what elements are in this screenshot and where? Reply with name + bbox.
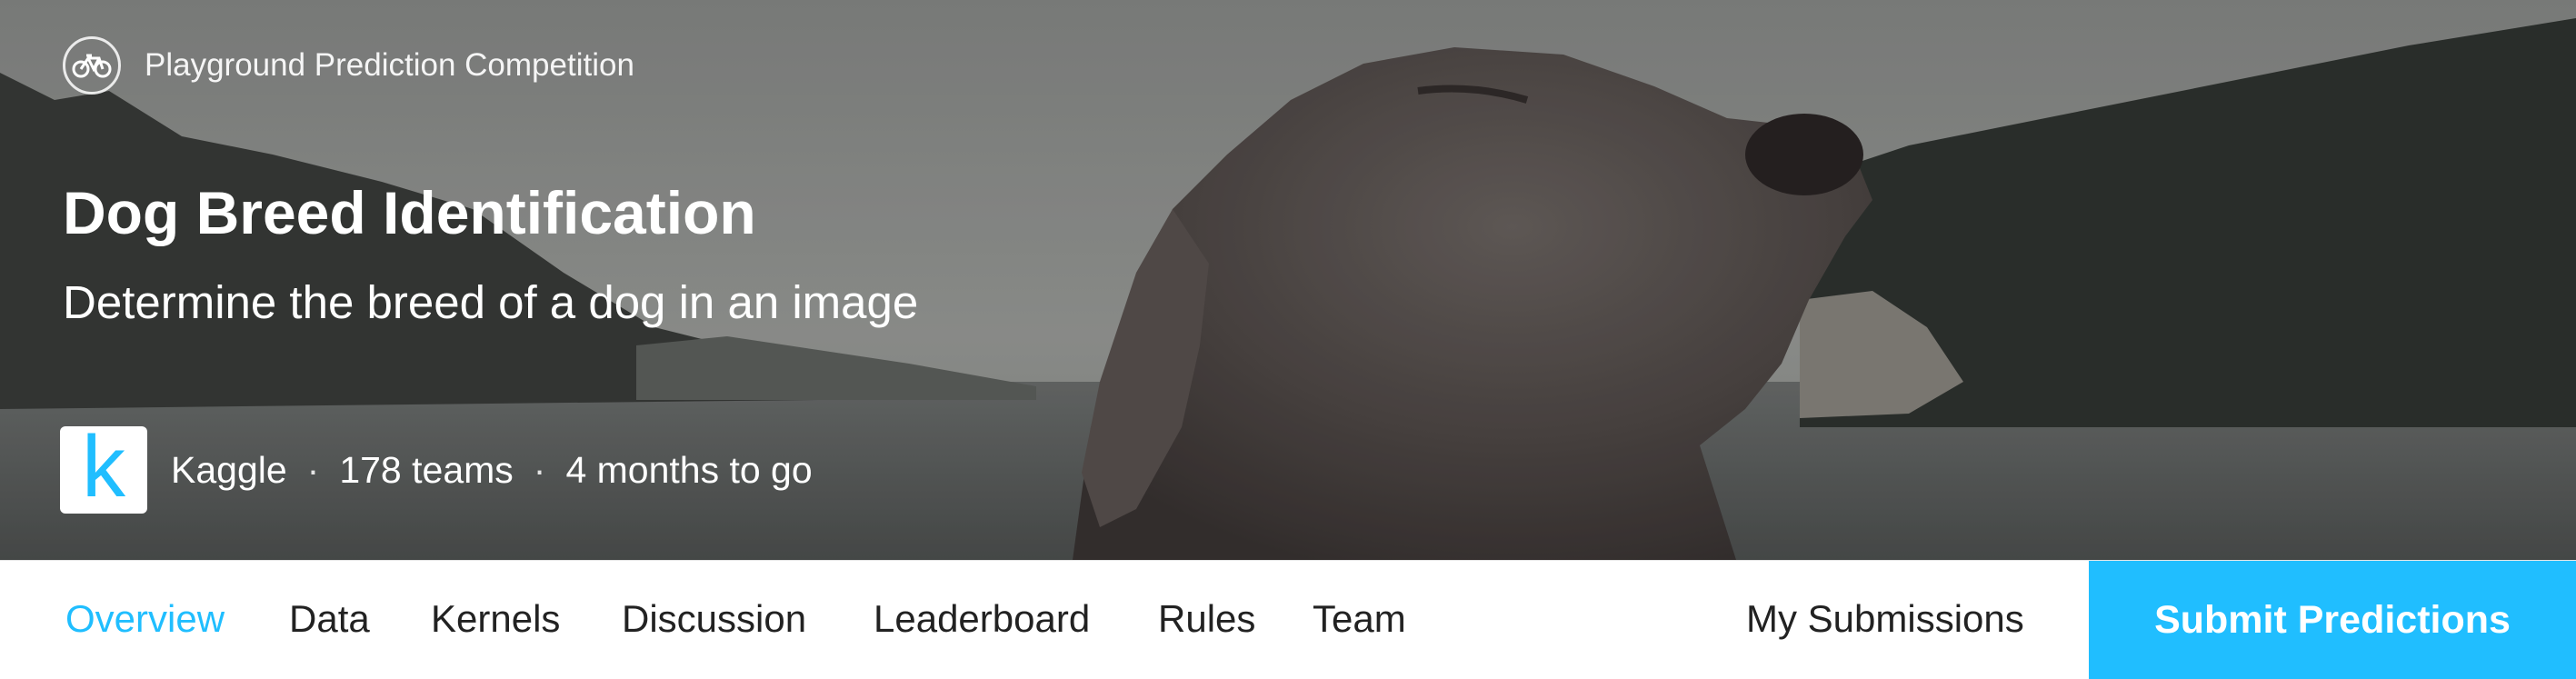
tab-leaderboard[interactable]: Leaderboard <box>874 597 1090 641</box>
deadline: 4 months to go <box>565 448 813 491</box>
competition-type-label: Playground Prediction Competition <box>145 47 634 83</box>
host-name[interactable]: Kaggle <box>171 449 287 492</box>
tab-data[interactable]: Data <box>289 597 370 641</box>
tab-discussion[interactable]: Discussion <box>622 597 806 641</box>
tab-overview[interactable]: Overview <box>65 597 225 641</box>
tab-kernels[interactable]: Kernels <box>431 597 560 641</box>
competition-meta: k Kaggle · 178 teams · 4 months to go <box>60 418 813 515</box>
page-subtitle: Determine the breed of a dog in an image <box>63 276 919 328</box>
tab-team[interactable]: Team <box>1313 597 1406 641</box>
competition-nav: Overview Data Kernels Discussion Leaderb… <box>0 560 2576 679</box>
competition-type: Playground Prediction Competition <box>63 36 634 95</box>
kaggle-logo[interactable]: k <box>60 418 147 515</box>
team-count[interactable]: 178 teams <box>339 449 513 492</box>
competition-header: Playground Prediction Competition Dog Br… <box>0 0 2576 560</box>
meta-separator: · <box>306 448 320 491</box>
tab-rules[interactable]: Rules <box>1158 597 1255 641</box>
page-title: Dog Breed Identification <box>63 179 756 246</box>
meta-separator: · <box>533 448 546 491</box>
bicycle-icon <box>63 36 121 95</box>
my-submissions-link[interactable]: My Submissions <box>1746 597 2024 641</box>
kaggle-logo-letter: k <box>82 418 125 515</box>
submit-predictions-button[interactable]: Submit Predictions <box>2089 561 2576 679</box>
